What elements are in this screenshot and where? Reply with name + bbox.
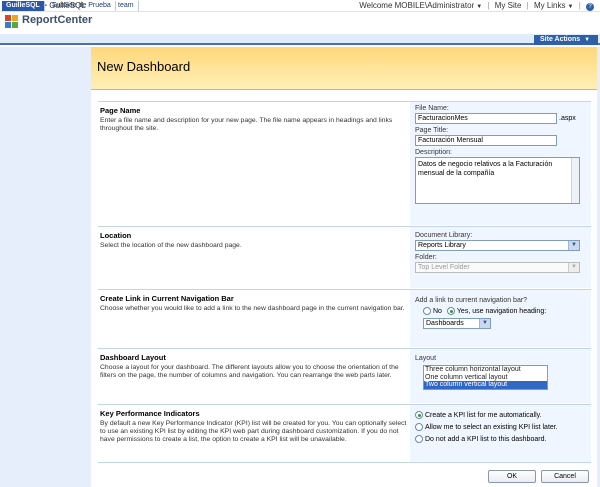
kpi-none-label: Do not add a KPI list to this dashboard.: [425, 435, 547, 443]
kpi-create-radio[interactable]: [415, 411, 423, 419]
section-description: Select the location of the new dashboard…: [100, 242, 242, 249]
section-title: Page Name: [100, 106, 141, 115]
chevron-down-icon: ▼: [476, 4, 483, 10]
nav-yes-label: Yes, use navigation heading:: [456, 307, 547, 315]
kpi-select-later-radio[interactable]: [415, 423, 423, 431]
welcome-menu[interactable]: Welcome MOBILE\Administrator ▼: [359, 1, 482, 10]
top-links: Welcome MOBILE\Administrator ▼ | My Site …: [359, 1, 594, 11]
layout-option-selected[interactable]: Two column vertical layout: [424, 381, 547, 390]
file-name-input[interactable]: FacturacionMes: [415, 113, 557, 124]
page-title: New Dashboard: [97, 59, 191, 74]
tab-team[interactable]: team: [114, 1, 139, 11]
my-site-link[interactable]: My Site: [495, 1, 522, 10]
chevron-down-icon: ▼: [584, 37, 591, 43]
site-title[interactable]: ReportCenter: [22, 14, 92, 26]
kpi-none-radio[interactable]: [415, 435, 423, 443]
description-textarea[interactable]: Datos de negocio relativos a la Facturac…: [415, 157, 580, 204]
section-dashboard-layout: Dashboard Layout Choose a layout for you…: [98, 348, 591, 403]
section-description: By default a new Key Performance Indicat…: [100, 420, 407, 443]
reportcenter-logo-icon: [5, 15, 19, 29]
left-panel: [0, 47, 91, 487]
button-bar: OK Cancel: [98, 462, 591, 487]
nav-yes-radio[interactable]: [446, 307, 455, 315]
site-actions-button[interactable]: Site Actions ▼: [534, 35, 598, 45]
chevron-down-icon: ▼: [568, 241, 579, 250]
file-name-label: File Name:: [415, 105, 449, 112]
layout-option[interactable]: Three column horizontal layout: [424, 366, 547, 374]
divider: |: [487, 1, 490, 10]
description-text: Datos de negocio relativos a la Facturac…: [418, 161, 553, 177]
scrollbar[interactable]: [571, 158, 579, 203]
tab-guillesql[interactable]: GuilleSQL: [2, 1, 45, 11]
tab-bar: [0, 34, 600, 45]
section-title: Key Performance Indicators: [100, 409, 200, 418]
section-navigation: Create Link in Current Navigation Bar Ch…: [98, 289, 591, 347]
tab-subsite-de-prueba[interactable]: SubSite de Prueba: [48, 1, 116, 11]
section-description: Enter a file name and description for yo…: [100, 117, 393, 132]
section-description: Choose whether you would like to add a l…: [100, 305, 405, 312]
section-description: Choose a layout for your dashboard. The …: [100, 364, 399, 379]
page-title-label: Page Title:: [415, 127, 449, 134]
help-icon[interactable]: ?: [586, 3, 594, 11]
chevron-down-icon: ▼: [568, 263, 579, 272]
nav-no-label: No: [433, 307, 442, 315]
navigation-heading-select[interactable]: Dashboards ▼: [423, 318, 491, 329]
page-header: New Dashboard: [91, 47, 597, 90]
folder-select[interactable]: Top Level Folder ▼: [415, 262, 580, 273]
chevron-down-icon: ▼: [567, 4, 574, 10]
section-page-name: Page Name Enter a file name and descript…: [98, 101, 591, 225]
cancel-button[interactable]: Cancel: [541, 470, 589, 483]
divider: |: [578, 1, 581, 10]
nav-question-label: Add a link to current navigation bar?: [415, 297, 528, 304]
folder-label: Folder:: [415, 254, 437, 261]
kpi-select-later-label: Allow me to select an existing KPI list …: [425, 423, 558, 431]
layout-listbox[interactable]: Three column horizontal layout One colum…: [423, 365, 548, 390]
document-library-label: Document Library:: [415, 232, 473, 239]
page-title-input[interactable]: Facturación Mensual: [415, 135, 557, 146]
section-title: Dashboard Layout: [100, 353, 166, 362]
my-links-menu[interactable]: My Links ▼: [534, 1, 574, 10]
description-label: Description:: [415, 149, 452, 156]
ok-button[interactable]: OK: [488, 470, 536, 483]
document-library-select[interactable]: Reports Library ▼: [415, 240, 580, 251]
section-location: Location Select the location of the new …: [98, 226, 591, 288]
nav-no-radio[interactable]: [423, 307, 431, 315]
layout-label: Layout: [415, 355, 437, 362]
layout-option[interactable]: One column vertical layout: [424, 374, 547, 382]
section-kpi: Key Performance Indicators By default a …: [98, 404, 591, 462]
kpi-create-label: Create a KPI list for me automatically.: [425, 411, 542, 419]
divider: |: [526, 1, 529, 10]
chevron-down-icon: ▼: [479, 319, 490, 328]
file-extension: .aspx: [559, 115, 576, 122]
section-title: Location: [100, 231, 132, 240]
section-title: Create Link in Current Navigation Bar: [100, 294, 234, 303]
